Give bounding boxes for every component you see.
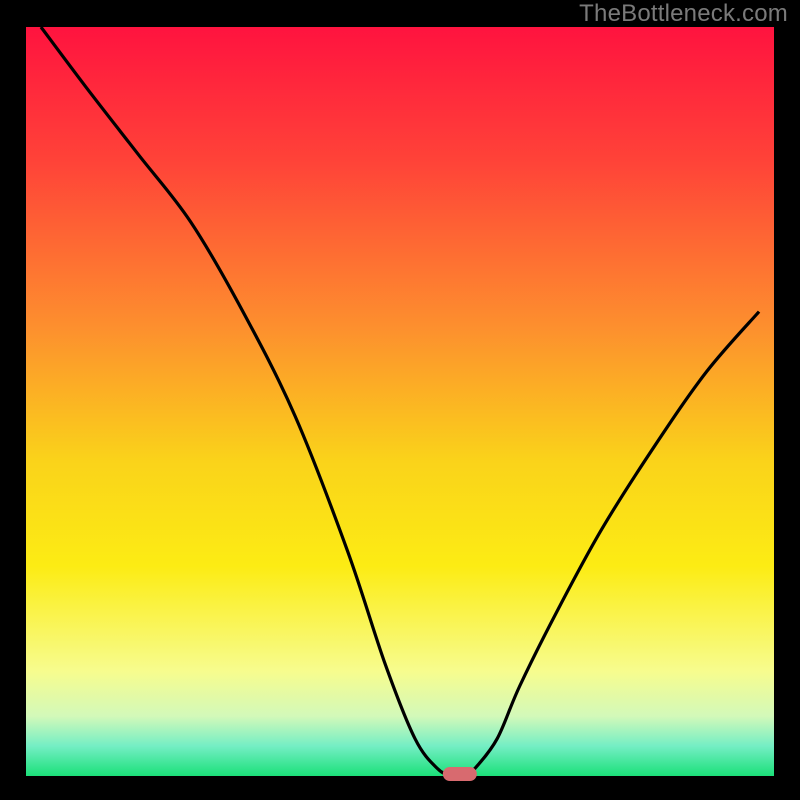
chart-frame: TheBottleneck.com bbox=[0, 0, 800, 800]
watermark-text: TheBottleneck.com bbox=[579, 0, 788, 28]
bottleneck-plot bbox=[0, 0, 800, 800]
plot-background bbox=[26, 27, 774, 776]
min-marker bbox=[443, 767, 477, 781]
